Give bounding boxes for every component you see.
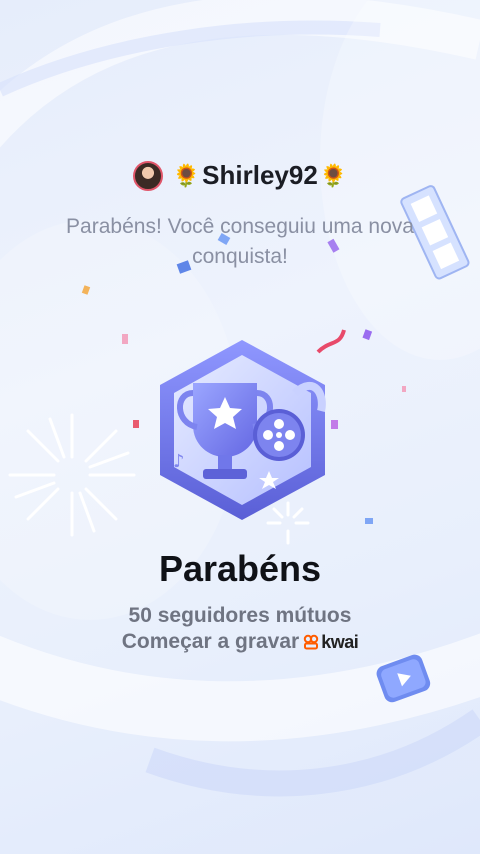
film-reel-icon [253, 409, 305, 461]
sunflower-icon: 🌻 [172, 162, 201, 188]
username[interactable]: Shirley92 [202, 160, 318, 191]
kwai-brand-text: kwai [321, 632, 359, 652]
achievement-title: Parabéns [158, 548, 322, 589]
achievement-badge: ♪ [160, 340, 326, 520]
svg-text:♪: ♪ [173, 451, 185, 472]
achievement-text: 50 seguidores mútuos [128, 604, 352, 627]
username-row: 🌻 Shirley92 🌻 [173, 160, 347, 191]
avatar[interactable] [132, 160, 163, 191]
sunflower-icon: 🌻 [319, 162, 348, 188]
kwai-logo-icon [304, 634, 319, 650]
play-icon [376, 654, 431, 703]
kwai-logo: kwai [303, 629, 359, 655]
record-label[interactable]: Começar a gravar [122, 629, 299, 655]
user-header: 🌻 Shirley92 🌻 [0, 160, 480, 191]
congrats-subtitle: Parabéns! Você conseguiu uma nova conqui… [66, 215, 414, 268]
